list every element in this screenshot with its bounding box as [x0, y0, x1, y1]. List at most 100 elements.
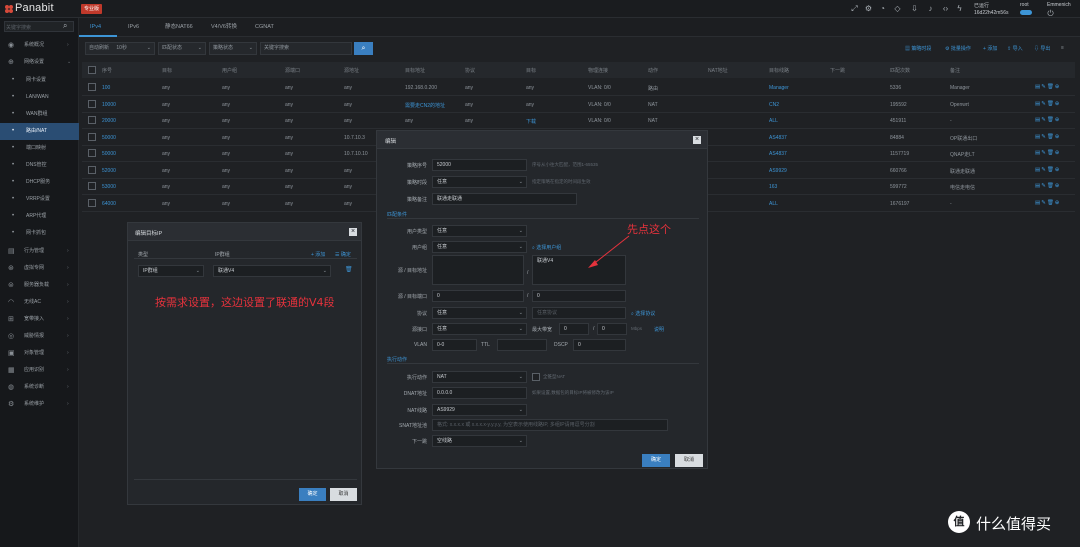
- toggle-switch[interactable]: [1020, 10, 1032, 15]
- delete-icon[interactable]: 🗑: [1047, 183, 1055, 189]
- row-checkbox[interactable]: [88, 99, 96, 108]
- dnat-input[interactable]: 0.0.0.0: [432, 387, 527, 399]
- row-checkbox[interactable]: [88, 132, 96, 141]
- table-cell[interactable]: 64000: [102, 201, 116, 207]
- row-actions[interactable]: ▤✎🗑⊕: [1035, 84, 1060, 90]
- sidebar-subitem[interactable]: • DNS管控: [0, 157, 79, 174]
- confirm-row-button[interactable]: ☰ 确定: [335, 251, 351, 258]
- tag-icon[interactable]: ◇: [893, 4, 902, 13]
- dst-port-input[interactable]: 0: [532, 290, 626, 302]
- maxbw-input-2[interactable]: 0: [597, 323, 627, 335]
- fullscreen-icon[interactable]: ⤢: [850, 4, 859, 13]
- select-all-checkbox[interactable]: [88, 66, 96, 74]
- power-icon[interactable]: ϟ: [955, 4, 964, 13]
- ok-button[interactable]: 确定: [642, 454, 670, 467]
- sidebar-item[interactable]: ⚙ 系统维护 ›: [0, 397, 79, 412]
- description-link[interactable]: 说明: [654, 326, 664, 333]
- menu-icon[interactable]: ≡: [1061, 45, 1064, 51]
- add-row-button[interactable]: + 添加: [311, 251, 325, 258]
- toggle-icon[interactable]: ⊕: [1055, 134, 1061, 140]
- row-actions[interactable]: ▤✎🗑⊕: [1035, 167, 1060, 173]
- table-cell[interactable]: AS4837: [769, 135, 787, 141]
- ipgroup-select[interactable]: 联通V4 ⌄: [213, 265, 331, 277]
- toggle-icon[interactable]: ⊕: [1055, 183, 1061, 189]
- sidebar-item-overview[interactable]: ◉ 系统概况 ›: [0, 38, 79, 53]
- toggle-icon[interactable]: ⊕: [1055, 167, 1061, 173]
- table-cell[interactable]: 163: [769, 184, 777, 190]
- row-actions[interactable]: ▤✎🗑⊕: [1035, 183, 1060, 189]
- src-port-input[interactable]: 0: [432, 290, 524, 302]
- toggle-icon[interactable]: ⊕: [1055, 84, 1061, 90]
- delete-icon[interactable]: 🗑: [1047, 150, 1055, 156]
- sidebar-subitem[interactable]: • 网卡设置: [0, 72, 79, 89]
- table-cell[interactable]: ALL: [769, 118, 778, 124]
- delete-icon[interactable]: 🗑: [1047, 200, 1055, 206]
- sidebar-item[interactable]: ▦ 应用识别 ›: [0, 363, 79, 378]
- table-cell[interactable]: 20000: [102, 118, 116, 124]
- sidebar-subitem[interactable]: • DHCP服务: [0, 174, 79, 191]
- table-cell[interactable]: 10000: [102, 102, 116, 108]
- delete-icon[interactable]: 🗑: [1047, 134, 1055, 140]
- period-select[interactable]: 任意 ⌄: [432, 176, 527, 188]
- code-icon[interactable]: ‹›: [941, 4, 950, 13]
- full-cone-nat-checkbox[interactable]: [532, 373, 540, 381]
- tab-v4v6[interactable]: V4/V6转换: [211, 18, 237, 37]
- sidebar-item[interactable]: ◎ 威胁情报 ›: [0, 329, 79, 344]
- sidebar-subitem[interactable]: • VRRP设置: [0, 191, 79, 208]
- ttl-input[interactable]: [497, 339, 547, 351]
- policy-period-button[interactable]: ▦ 策略时段: [905, 45, 931, 52]
- sidebar-item[interactable]: ◠ 无线AC ›: [0, 295, 79, 310]
- tab-cgnat[interactable]: CGNAT: [255, 18, 274, 37]
- table-cell[interactable]: 50000: [102, 135, 116, 141]
- add-button[interactable]: + 添加: [983, 45, 997, 52]
- select-protocol-link[interactable]: ⌕ 选择协议: [631, 310, 655, 317]
- usertype-select[interactable]: 任意 ⌄: [432, 225, 527, 237]
- sidebar-item[interactable]: ◍ 系统诊断 ›: [0, 380, 79, 395]
- delete-icon[interactable]: 🗑: [345, 266, 353, 273]
- sidebar-item[interactable]: ⊜ 服务器负载 ›: [0, 278, 79, 293]
- row-actions[interactable]: ▤✎🗑⊕: [1035, 134, 1060, 140]
- search-button[interactable]: ⌕: [354, 42, 373, 55]
- tab-ipv6[interactable]: IPv6: [128, 18, 139, 37]
- maxbw-input-1[interactable]: 0: [559, 323, 589, 335]
- usergroup-select[interactable]: 任意 ⌄: [432, 241, 527, 253]
- protocol-input[interactable]: 任意协议: [532, 307, 626, 319]
- row-actions[interactable]: ▤✎🗑⊕: [1035, 200, 1060, 206]
- sidebar-item[interactable]: ▤ 行为管理 ›: [0, 244, 79, 259]
- type-select[interactable]: IP群组 ⌄: [138, 265, 204, 277]
- toggle-icon[interactable]: ⊕: [1055, 150, 1061, 156]
- table-cell[interactable]: AS4837: [769, 151, 787, 157]
- table-cell[interactable]: 53000: [102, 184, 116, 190]
- row-checkbox[interactable]: [88, 198, 96, 207]
- cancel-button[interactable]: 取消: [330, 488, 357, 501]
- table-cell[interactable]: 50000: [102, 151, 116, 157]
- sidebar-subitem[interactable]: • LAN/WAN: [0, 89, 79, 106]
- nexthop-select[interactable]: 空线路 ⌄: [432, 435, 527, 447]
- toggle-icon[interactable]: ⊕: [1055, 200, 1061, 206]
- sidebar-subitem[interactable]: • ARP代理: [0, 208, 79, 225]
- speed-icon[interactable]: ◔: [878, 4, 887, 13]
- table-cell[interactable]: CN2: [769, 102, 779, 108]
- nat-line-select[interactable]: AS9929 ⌄: [432, 404, 527, 416]
- row-checkbox[interactable]: [88, 182, 96, 190]
- table-cell[interactable]: Manager: [769, 85, 789, 91]
- sidebar-subitem[interactable]: • 端口映射: [0, 140, 79, 157]
- close-icon[interactable]: ×: [693, 136, 701, 144]
- table-cell[interactable]: AS9929: [769, 168, 787, 174]
- delete-icon[interactable]: 🗑: [1047, 101, 1055, 107]
- logout-icon[interactable]: ⏻: [1046, 9, 1055, 18]
- toggle-icon[interactable]: ⊕: [1055, 117, 1061, 123]
- policy-status-select[interactable]: 策略状态 ⌄: [209, 42, 257, 55]
- sidebar-item-network[interactable]: ⊕ 网络设置 ⌄: [0, 55, 79, 70]
- export-button[interactable]: ⇩ 导出: [1034, 45, 1050, 52]
- delete-icon[interactable]: 🗑: [1047, 167, 1055, 173]
- row-actions[interactable]: ▤✎🗑⊕: [1035, 117, 1060, 123]
- row-checkbox[interactable]: [88, 116, 96, 124]
- match-status-select[interactable]: 匹配状态 ⌄: [158, 42, 206, 55]
- select-usergroup-link[interactable]: ⌕ 选择用户组: [532, 244, 561, 251]
- remark-input[interactable]: 联通走联通: [432, 193, 577, 205]
- download-icon[interactable]: ⇩: [910, 4, 919, 13]
- batch-op-button[interactable]: ⚙ 批量操作: [945, 45, 971, 52]
- delete-icon[interactable]: 🗑: [1047, 117, 1055, 123]
- refresh-select[interactable]: 自动刷新 10秒 ⌄: [85, 42, 155, 55]
